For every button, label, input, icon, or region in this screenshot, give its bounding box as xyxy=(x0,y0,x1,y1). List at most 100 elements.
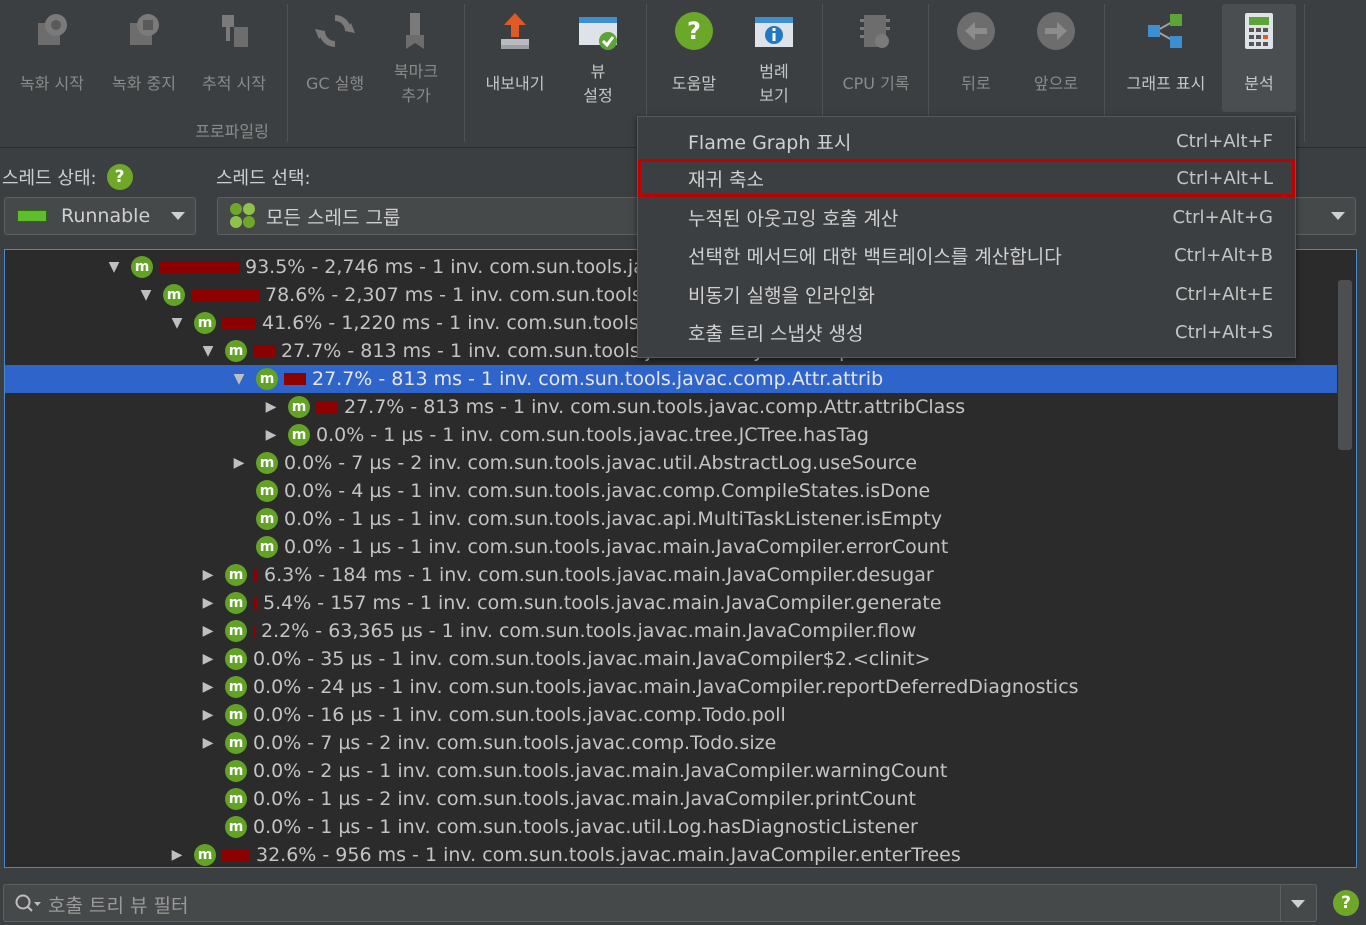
menu-item-collapse-recursion[interactable]: 재귀 축소 Ctrl+Alt+L xyxy=(638,159,1295,197)
search-icon xyxy=(15,894,41,912)
tree-row[interactable]: m 0.0% - 1 µs - 1 inv. com.sun.tools.jav… xyxy=(5,533,1337,561)
method-icon: m xyxy=(256,536,278,558)
tree-row[interactable]: m 0.0% - 2 µs - 1 inv. com.sun.tools.jav… xyxy=(5,757,1337,785)
tree-row-text: 0.0% - 1 µs - 1 inv. com.sun.tools.javac… xyxy=(284,508,943,530)
vertical-scrollbar[interactable] xyxy=(1338,280,1352,450)
expand-toggle[interactable]: ▼ xyxy=(135,281,157,309)
trace-start-button[interactable]: 추적 시작 xyxy=(190,4,278,112)
thread-state-label: 스레드 상태: xyxy=(2,168,97,189)
svg-text:?: ? xyxy=(687,17,701,45)
expand-toggle xyxy=(197,757,219,785)
export-button[interactable]: 내보내기 xyxy=(472,4,558,112)
method-icon: m xyxy=(225,732,247,754)
record-stop-icon xyxy=(130,14,159,45)
tree-row[interactable]: m 0.0% - 1 µs - 1 inv. com.sun.tools.jav… xyxy=(5,505,1337,533)
time-bar xyxy=(222,317,256,329)
filter-history-dropdown[interactable] xyxy=(1280,885,1316,921)
record-start-button[interactable]: 녹화 시작 xyxy=(6,4,98,112)
tree-row[interactable]: m 0.0% - 1 µs - 1 inv. com.sun.tools.jav… xyxy=(5,813,1337,841)
method-icon: m xyxy=(225,340,247,362)
menu-item-flame-graph[interactable]: Flame Graph 표시 Ctrl+Alt+F xyxy=(638,122,1295,160)
menu-item-cumulated-outgoing-calls[interactable]: 누적된 아웃고잉 호출 계산 Ctrl+Alt+G xyxy=(638,198,1295,236)
expand-toggle[interactable]: ▼ xyxy=(228,365,250,393)
tree-row-text: 0.0% - 7 µs - 2 inv. com.sun.tools.javac… xyxy=(253,732,777,754)
expand-toggle[interactable]: ▶ xyxy=(197,729,219,757)
legend-icon xyxy=(755,17,793,47)
tree-row[interactable]: ▶ m 27.7% - 813 ms - 1 inv. com.sun.tool… xyxy=(5,393,1337,421)
expand-toggle[interactable]: ▶ xyxy=(197,701,219,729)
runnable-state-icon xyxy=(17,210,47,222)
tree-row[interactable]: ▶ m 32.6% - 956 ms - 1 inv. com.sun.tool… xyxy=(5,841,1337,867)
method-icon: m xyxy=(225,620,247,642)
legend-button[interactable]: 범례 보기 xyxy=(734,4,814,112)
tree-row[interactable]: m 0.0% - 4 µs - 1 inv. com.sun.tools.jav… xyxy=(5,477,1337,505)
expand-toggle[interactable]: ▼ xyxy=(197,337,219,365)
help-button[interactable]: ? 도움말 xyxy=(654,4,734,112)
analyze-button[interactable]: 분석 xyxy=(1222,4,1296,112)
tree-row[interactable]: ▶ m 0.0% - 7 µs - 2 inv. com.sun.tools.j… xyxy=(5,449,1337,477)
tree-row[interactable]: ▶ m 5.4% - 157 ms - 1 inv. com.sun.tools… xyxy=(5,589,1337,617)
menu-item-calculate-backtraces[interactable]: 선택한 메서드에 대한 백트레이스를 계산합니다 Ctrl+Alt+B xyxy=(638,236,1295,274)
expand-toggle[interactable]: ▶ xyxy=(197,561,219,589)
toolbar-separator xyxy=(464,4,465,142)
view-settings-button[interactable]: 뷰 설정 xyxy=(558,4,638,112)
tree-row[interactable]: m 0.0% - 1 µs - 2 inv. com.sun.tools.jav… xyxy=(5,785,1337,813)
expand-toggle[interactable]: ▶ xyxy=(197,617,219,645)
tree-row-text: 0.0% - 16 µs - 1 inv. com.sun.tools.java… xyxy=(253,704,786,726)
gc-run-button[interactable]: GC 실행 xyxy=(294,4,376,112)
expand-toggle[interactable]: ▼ xyxy=(103,253,125,281)
expand-toggle[interactable]: ▶ xyxy=(260,393,282,421)
method-icon: m xyxy=(225,704,247,726)
menu-item-create-snapshot[interactable]: 호출 트리 스냅샷 생성 Ctrl+Alt+S xyxy=(638,313,1295,351)
expand-toggle[interactable]: ▶ xyxy=(197,645,219,673)
thread-group-icon xyxy=(230,203,256,229)
tree-row[interactable]: ▶ m 0.0% - 7 µs - 2 inv. com.sun.tools.j… xyxy=(5,729,1337,757)
expand-toggle[interactable]: ▼ xyxy=(166,309,188,337)
chevron-down-icon xyxy=(171,212,185,220)
expand-toggle[interactable]: ▶ xyxy=(260,421,282,449)
method-icon: m xyxy=(163,284,185,306)
back-arrow-icon xyxy=(957,12,995,50)
expand-toggle[interactable]: ▶ xyxy=(197,673,219,701)
filter-help-icon[interactable]: ? xyxy=(1333,890,1359,916)
tree-row[interactable]: ▶ m 2.2% - 63,365 µs - 1 inv. com.sun.to… xyxy=(5,617,1337,645)
tree-row[interactable]: ▶ m 0.0% - 16 µs - 1 inv. com.sun.tools.… xyxy=(5,701,1337,729)
tree-row[interactable]: ▶ m 0.0% - 24 µs - 1 inv. com.sun.tools.… xyxy=(5,673,1337,701)
export-icon xyxy=(501,13,529,49)
thread-state-help-icon[interactable]: ? xyxy=(106,164,133,190)
method-icon: m xyxy=(225,788,247,810)
method-icon: m xyxy=(225,816,247,838)
menu-item-inline-async[interactable]: 비동기 실행을 인라인화 Ctrl+Alt+E xyxy=(638,275,1295,313)
time-bar xyxy=(284,373,306,385)
tree-row-text: 6.3% - 184 ms - 1 inv. com.sun.tools.jav… xyxy=(264,564,934,586)
back-button[interactable]: 뒤로 xyxy=(936,4,1016,112)
bookmark-add-button[interactable]: 북마크 추가 xyxy=(376,4,456,112)
toolbar-group-label: 프로파일링 xyxy=(195,122,269,141)
method-icon: m xyxy=(256,480,278,502)
method-icon: m xyxy=(256,368,278,390)
expand-toggle[interactable]: ▶ xyxy=(197,589,219,617)
method-icon: m xyxy=(225,676,247,698)
tree-row-text: 0.0% - 2 µs - 1 inv. com.sun.tools.javac… xyxy=(253,760,948,782)
expand-toggle[interactable]: ▶ xyxy=(228,449,250,477)
record-stop-button[interactable]: 녹화 중지 xyxy=(98,4,190,112)
tree-row-selected[interactable]: ▼ m 27.7% - 813 ms - 1 inv. com.sun.tool… xyxy=(5,365,1337,393)
tree-row[interactable]: ▶ m 0.0% - 35 µs - 1 inv. com.sun.tools.… xyxy=(5,645,1337,673)
tree-row[interactable]: ▶ m 6.3% - 184 ms - 1 inv. com.sun.tools… xyxy=(5,561,1337,589)
expand-toggle[interactable]: ▶ xyxy=(166,841,188,867)
expand-toggle xyxy=(228,505,250,533)
method-icon: m xyxy=(225,592,247,614)
tree-row-text: 27.7% - 813 ms - 1 inv. com.sun.tools.ja… xyxy=(312,368,884,390)
record-start-icon xyxy=(38,14,67,45)
graph-button[interactable]: 그래프 표시 xyxy=(1112,4,1220,112)
forward-button[interactable]: 앞으로 xyxy=(1016,4,1096,112)
context-menu: Flame Graph 표시 Ctrl+Alt+F 재귀 축소 Ctrl+Alt… xyxy=(637,116,1296,358)
expand-toggle xyxy=(228,477,250,505)
tree-row[interactable]: ▶ m 0.0% - 1 µs - 1 inv. com.sun.tools.j… xyxy=(5,421,1337,449)
gc-run-icon xyxy=(315,15,355,47)
thread-state-dropdown[interactable]: Runnable xyxy=(4,197,196,235)
method-icon: m xyxy=(256,508,278,530)
call-tree-filter-input[interactable]: 호출 트리 뷰 필터 xyxy=(3,884,1317,922)
cpu-record-button[interactable]: CPU 기록 xyxy=(830,4,922,112)
thread-select-label: 스레드 선택: xyxy=(216,168,311,189)
